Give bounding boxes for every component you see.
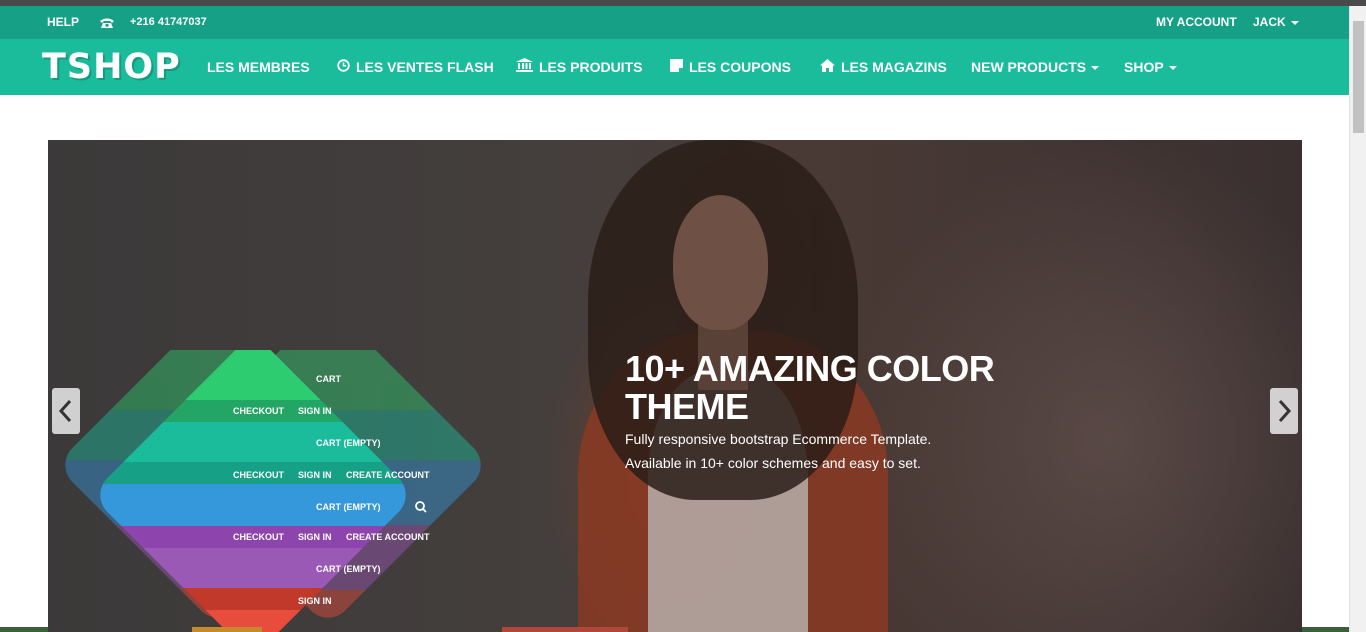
theme-cart-empty-label: CART (EMPTY)	[316, 564, 381, 574]
theme-checkout-label: CHECKOUT	[233, 470, 285, 480]
bottom-strip	[1302, 627, 1349, 632]
nav-les-produits[interactable]: LES PRODUITS	[516, 39, 642, 95]
bank-icon	[516, 40, 533, 96]
nav-label: SHOP	[1124, 59, 1164, 75]
nav-label: NEW PRODUCTS	[971, 59, 1087, 75]
user-menu[interactable]: JACK	[1253, 6, 1299, 39]
hero-text-line2: Available in 10+ color schemes and easy …	[625, 455, 921, 471]
hero-title: 10+ AMAZING COLOR THEME	[625, 350, 1045, 426]
home-icon	[820, 40, 835, 96]
theme-signin-label: SIGN IN	[298, 596, 332, 606]
help-link[interactable]: HELP	[47, 6, 79, 39]
theme-create-account-label: CREATE ACCOUNT	[346, 532, 430, 542]
slider-prev-button[interactable]	[52, 388, 80, 434]
theme-cart-empty-label: CART (EMPTY)	[316, 438, 381, 448]
nav-shop[interactable]: SHOP	[1124, 39, 1177, 95]
user-name: JACK	[1253, 15, 1286, 29]
scrollbar-thumb[interactable]	[1353, 21, 1364, 133]
page-scrollbar[interactable]	[1349, 6, 1366, 632]
clock-icon	[337, 40, 350, 96]
hero-title-line1: 10+ AMAZING COLOR	[625, 348, 995, 389]
hero-text-line1: Fully responsive bootstrap Ecommerce Tem…	[625, 431, 932, 447]
phone-number: +216 41747037	[130, 16, 207, 28]
ticket-icon	[670, 40, 683, 96]
chevron-right-icon	[1278, 399, 1292, 423]
chevron-down-icon	[1290, 20, 1299, 25]
nav-label: LES PRODUITS	[539, 59, 643, 75]
nav-les-ventes-flash[interactable]: LES VENTES FLASH	[337, 39, 494, 95]
slider-next-button[interactable]	[1270, 388, 1298, 434]
nav-les-coupons[interactable]: LES COUPONS	[670, 39, 791, 95]
chevron-down-icon	[1168, 66, 1177, 71]
theme-cart-empty-label: CART (EMPTY)	[316, 502, 381, 512]
phone-icon	[99, 6, 115, 39]
chevron-down-icon	[1091, 66, 1100, 71]
nav-label: LES MAGAZINS	[841, 59, 947, 75]
top-bar: HELP +216 41747037 MY ACCOUNT JACK	[0, 6, 1349, 39]
main-navbar: TSHOP LES MEMBRES LES VENTES FLASH LES P…	[0, 39, 1349, 95]
chevron-left-icon	[58, 399, 72, 423]
theme-signin-label: SIGN IN	[298, 406, 332, 416]
nav-les-magazins[interactable]: LES MAGAZINS	[820, 39, 947, 95]
page: HELP +216 41747037 MY ACCOUNT JACK TSHOP…	[0, 0, 1366, 632]
theme-create-account-label: CREATE ACCOUNT	[346, 470, 430, 480]
my-account-link[interactable]: MY ACCOUNT	[1156, 6, 1237, 39]
nav-les-membres[interactable]: LES MEMBRES	[207, 39, 310, 95]
hero-title-line2: THEME	[625, 386, 749, 427]
theme-signin-label: SIGN IN	[298, 532, 332, 542]
hero-slider: CART CHECKOUT SIGN IN CART (EMPTY) CHECK…	[48, 140, 1302, 632]
bottom-strip	[192, 627, 262, 632]
theme-checkout-label: CHECKOUT	[233, 532, 285, 542]
nav-label: LES VENTES FLASH	[356, 59, 494, 75]
bottom-strip	[0, 627, 48, 632]
nav-new-products[interactable]: NEW PRODUCTS	[971, 39, 1100, 95]
theme-cart-label: CART	[316, 374, 341, 384]
theme-checkout-label: CHECKOUT	[233, 406, 285, 416]
nav-label: LES COUPONS	[689, 59, 791, 75]
bottom-strip	[502, 627, 628, 632]
theme-signin-label: SIGN IN	[298, 470, 332, 480]
brand-logo[interactable]: TSHOP	[42, 47, 181, 87]
